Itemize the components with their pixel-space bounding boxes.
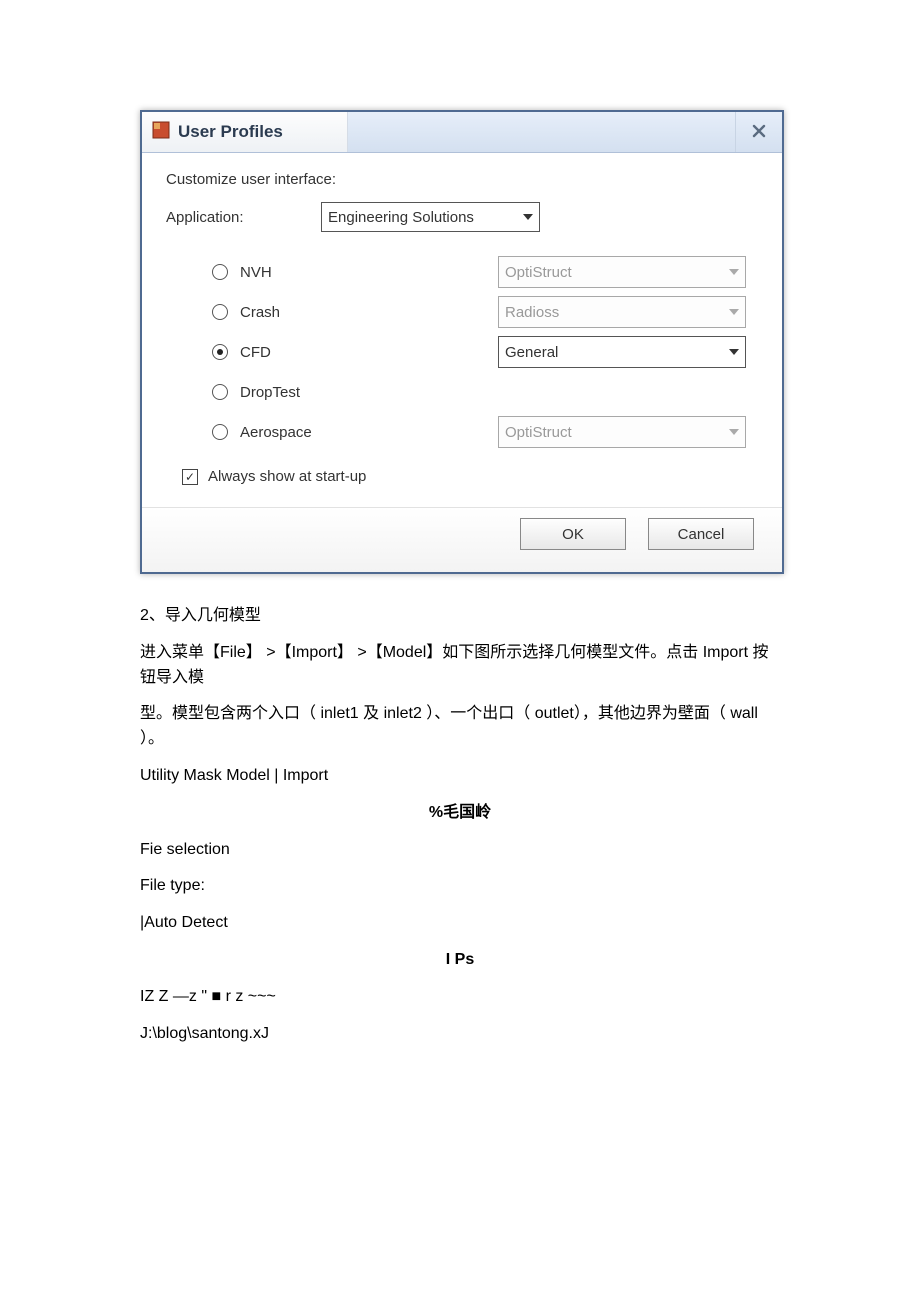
doc-paragraph: |Auto Detect <box>140 911 780 936</box>
user-profiles-dialog: User Profiles Customize user interface: … <box>140 110 784 574</box>
doc-paragraph: 型。模型包含两个入口（ inlet1 及 inlet2 ）、一个出口（ outl… <box>140 702 780 752</box>
radio-label: NVH <box>240 264 272 281</box>
radio-crash[interactable]: Crash <box>212 292 462 332</box>
doc-paragraph: File type: <box>140 874 780 899</box>
radio-icon <box>212 344 228 360</box>
radio-icon <box>212 264 228 280</box>
application-dropdown[interactable]: Engineering Solutions <box>321 202 540 232</box>
chevron-down-icon <box>729 349 739 355</box>
titlebar-spacer <box>348 112 735 152</box>
radio-group: NVH Crash CFD DropTest <box>212 252 758 452</box>
radio-nvh[interactable]: NVH <box>212 252 462 292</box>
dialog-body: Customize user interface: Application: E… <box>142 153 782 507</box>
dialog-titlebar: User Profiles <box>142 112 782 153</box>
button-label: OK <box>562 526 584 543</box>
doc-heading: I Ps <box>140 948 780 973</box>
button-label: Cancel <box>678 526 725 543</box>
chevron-down-icon <box>523 214 533 220</box>
radio-label: CFD <box>240 344 271 361</box>
dialog-title: User Profiles <box>178 122 283 142</box>
radio-label: Aerospace <box>240 424 312 441</box>
ok-button[interactable]: OK <box>520 518 626 550</box>
radio-icon <box>212 424 228 440</box>
checkbox-label: Always show at start-up <box>208 468 366 485</box>
customize-label: Customize user interface: <box>166 171 758 188</box>
radio-label: DropTest <box>240 384 300 401</box>
radio-label: Crash <box>240 304 280 321</box>
crash-dropdown[interactable]: Radioss <box>498 296 746 328</box>
dropdown-value: General <box>505 344 558 361</box>
dialog-title-left: User Profiles <box>142 112 348 152</box>
chevron-down-icon <box>729 269 739 275</box>
always-show-checkbox[interactable]: ✓ Always show at start-up <box>182 468 758 485</box>
radio-aerospace[interactable]: Aerospace <box>212 412 462 452</box>
chevron-down-icon <box>729 309 739 315</box>
doc-paragraph: Utility Mask Model | Import <box>140 764 780 789</box>
dropdown-value: Radioss <box>505 304 559 321</box>
close-icon <box>752 122 766 143</box>
nvh-dropdown[interactable]: OptiStruct <box>498 256 746 288</box>
cfd-dropdown[interactable]: General <box>498 336 746 368</box>
doc-paragraph: Fie selection <box>140 838 780 863</box>
aerospace-dropdown[interactable]: OptiStruct <box>498 416 746 448</box>
cancel-button[interactable]: Cancel <box>648 518 754 550</box>
application-value: Engineering Solutions <box>328 209 474 226</box>
radio-icon <box>212 304 228 320</box>
doc-paragraph: 2、导入几何模型 <box>140 604 780 629</box>
dropdown-value: OptiStruct <box>505 424 572 441</box>
doc-paragraph: IZ Z —z " ■ r z ~~~ <box>140 985 780 1010</box>
doc-paragraph: 进入菜单【File】 >【Import】 >【Model】如下图所示选择几何模型… <box>140 641 780 691</box>
close-button[interactable] <box>735 112 782 152</box>
radio-icon <box>212 384 228 400</box>
doc-heading: %毛国岭 <box>140 801 780 826</box>
document-body: 2、导入几何模型 进入菜单【File】 >【Import】 >【Model】如下… <box>140 604 780 1046</box>
dialog-button-row: OK Cancel www hdocx com <box>142 507 782 572</box>
checkbox-icon: ✓ <box>182 469 198 485</box>
app-icon <box>152 121 170 143</box>
chevron-down-icon <box>729 429 739 435</box>
dropdown-value: OptiStruct <box>505 264 572 281</box>
doc-paragraph: J:\blog\santong.xJ <box>140 1022 780 1047</box>
radio-cfd[interactable]: CFD <box>212 332 462 372</box>
application-label: Application: <box>166 209 321 226</box>
radio-droptest[interactable]: DropTest <box>212 372 462 412</box>
